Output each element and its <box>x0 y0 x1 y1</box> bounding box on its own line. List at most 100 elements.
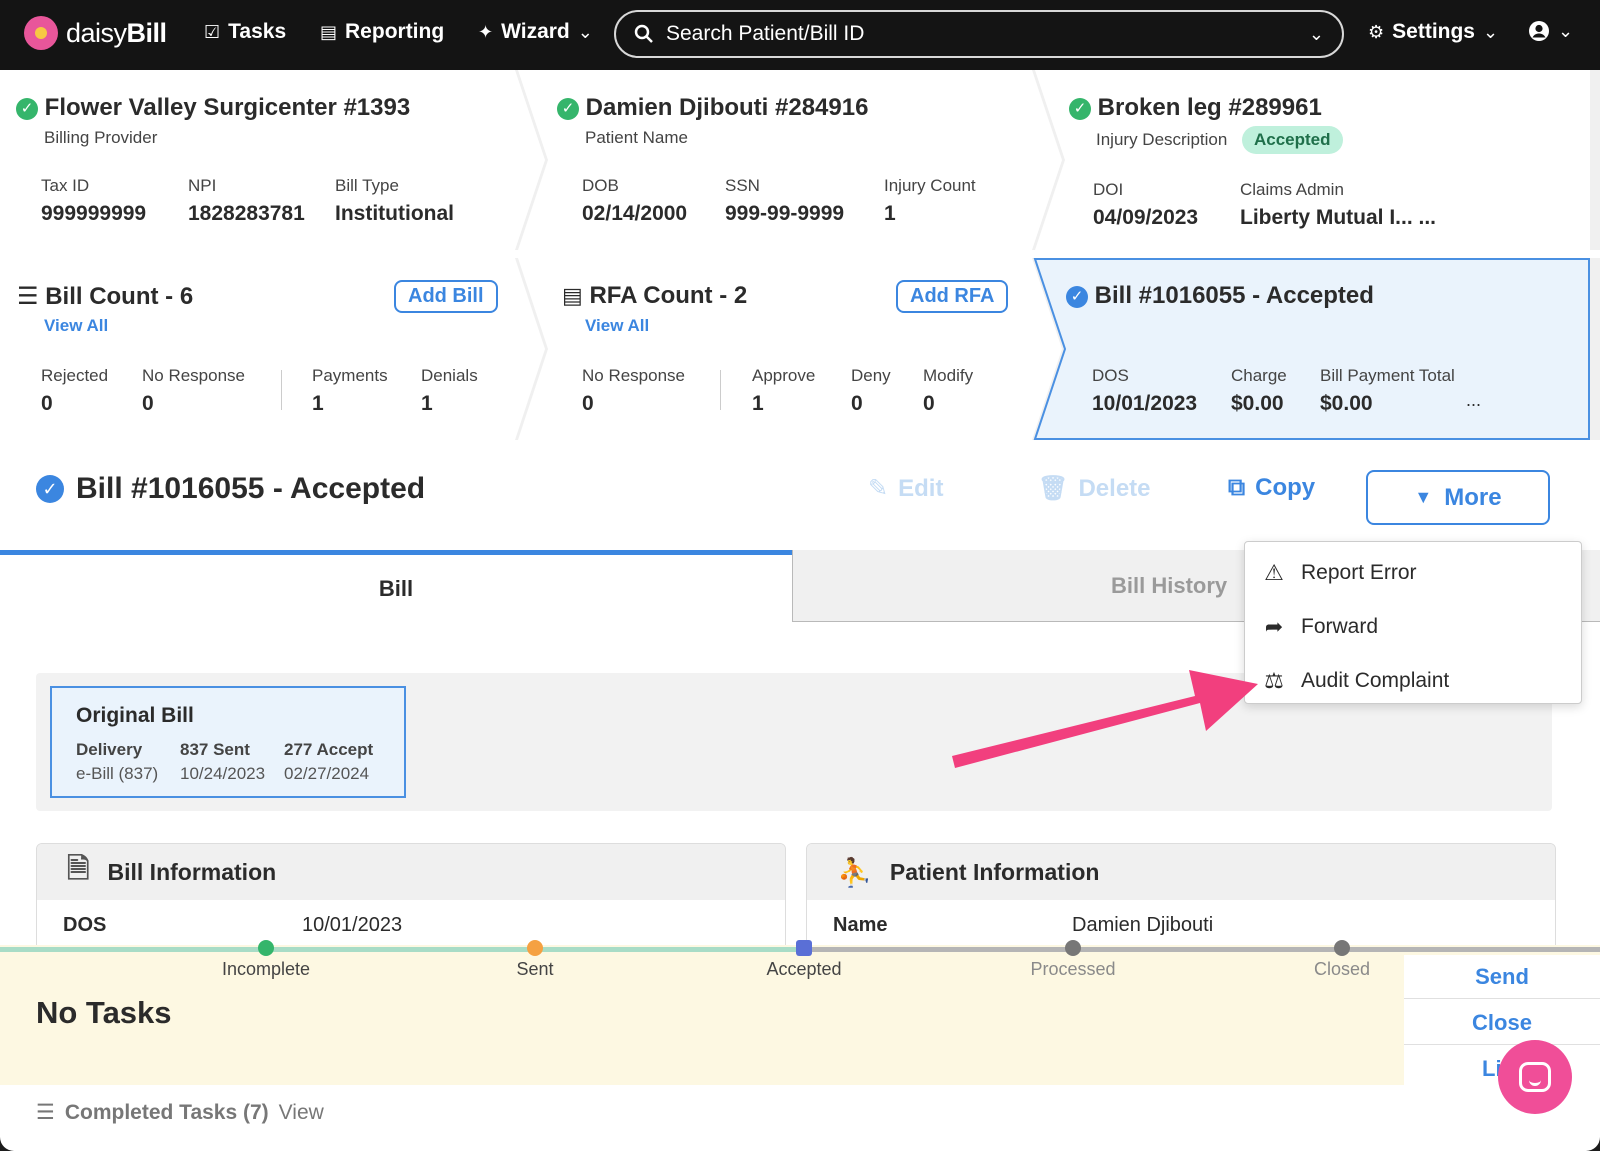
status-stage-label: Accepted <box>766 959 842 979</box>
status-complete-icon <box>258 940 274 956</box>
completed-tasks-label: Completed Tasks (7) <box>64 1100 269 1124</box>
check-circle-icon: ✓ <box>16 97 38 120</box>
edit-button[interactable]: ✎ Edit <box>868 474 943 503</box>
bill-card-title[interactable]: ✓ Bill #1016055 - Accepted <box>1066 282 1374 310</box>
nav-wizard-label: Wizard <box>501 20 570 43</box>
patient-subtitle: Patient Name <box>585 128 688 147</box>
bill-count-value: 0 <box>142 392 154 415</box>
tab-bill[interactable]: Bill <box>0 550 792 622</box>
section-header: ⛹ Patient Information <box>807 844 1555 900</box>
more-button[interactable]: ▼ More <box>1366 470 1550 525</box>
injury-subtitle: Injury Description <box>1096 130 1228 149</box>
injury-field-value: Liberty Mutual I... ... <box>1240 206 1437 229</box>
scale-icon: ⚖ <box>1264 668 1284 693</box>
status-stage-label: Sent <box>516 959 554 979</box>
original-bill-col-value: 10/24/2023 <box>180 764 266 783</box>
pencil-icon: ✎ <box>868 475 889 502</box>
completed-tasks[interactable]: ☰ Completed Tasks (7) View <box>36 1100 324 1125</box>
search-input[interactable] <box>666 22 1309 46</box>
provider-field-value: 1828283781 <box>188 202 305 225</box>
rfa-count-value: 1 <box>752 392 764 415</box>
add-bill-button[interactable]: Add Bill <box>394 280 498 313</box>
field-label: Name <box>833 914 888 936</box>
nav-reporting[interactable]: ▤ Reporting <box>320 20 444 44</box>
status-stage-label: Incomplete <box>221 959 311 979</box>
original-bill-col-head: 277 Accept <box>284 740 374 759</box>
patient-field-value: 1 <box>884 202 896 225</box>
patient-field-label: Injury Count <box>884 176 976 195</box>
status-stage-label: Processed <box>1030 959 1116 979</box>
clipboard-check-icon: ☑ <box>204 21 221 42</box>
copy-button[interactable]: ⧉ Copy <box>1228 474 1315 502</box>
completed-tasks-view-link[interactable]: View <box>279 1101 324 1125</box>
user-avatar-icon <box>1529 21 1549 41</box>
rfa-count-label: No Response <box>582 366 686 385</box>
bill-count-label: Denials <box>421 366 478 385</box>
menu-item-audit-complaint[interactable]: ⚖ Audit Complaint <box>1261 668 1449 694</box>
gear-icon: ⚙ <box>1368 21 1385 42</box>
status-track-pending <box>806 947 1600 952</box>
nav-tasks[interactable]: ☑ Tasks <box>204 20 286 44</box>
field-label: DOS <box>63 914 107 936</box>
patient-title[interactable]: ✓ Damien Djibouti #284916 <box>557 94 868 122</box>
nav-tasks-label: Tasks <box>228 20 287 43</box>
app-window: daisyBill ☑ Tasks ▤ Reporting ✦ Wizard ⌄… <box>0 0 1600 1151</box>
user-menu[interactable]: ⌄ <box>1528 20 1573 42</box>
bill-count-label: Payments <box>312 366 388 385</box>
nav-wizard[interactable]: ✦ Wizard ⌄ <box>478 20 593 44</box>
rfa-count-label: Approve <box>752 366 816 385</box>
patient-field-label: SSN <box>725 176 760 195</box>
bill-count-value: 1 <box>421 392 433 415</box>
nav-reporting-label: Reporting <box>345 20 445 43</box>
patient-field-label: DOB <box>582 176 619 195</box>
provider-title[interactable]: ✓ Flower Valley Surgicenter #1393 <box>16 94 410 122</box>
bill-count-value: 1 <box>312 392 324 415</box>
search-dropdown-chevron-icon[interactable]: ⌄ <box>1309 24 1324 45</box>
add-rfa-button[interactable]: Add RFA <box>896 280 1009 313</box>
top-nav: daisyBill ☑ Tasks ▤ Reporting ✦ Wizard ⌄… <box>0 0 1600 70</box>
menu-item-report-error[interactable]: ⚠ Report Error <box>1261 560 1416 586</box>
daisybill-logo[interactable]: daisyBill <box>24 16 167 50</box>
original-bill-card[interactable]: Original Bill Delivery e-Bill (837) 837 … <box>50 686 406 798</box>
logo-text: daisyBill <box>66 17 167 48</box>
bill-information-section: 🗎 Bill Information DOS 10/01/2023 <box>36 843 786 953</box>
check-circle-icon: ✓ <box>557 97 579 120</box>
patient-icon: ⛹ <box>837 856 872 888</box>
check-circle-icon: ✓ <box>1066 285 1088 308</box>
more-details-ellipsis[interactable]: ... <box>1466 390 1481 411</box>
patient-field-value: 999-99-9999 <box>725 202 845 225</box>
chat-launcher-button[interactable] <box>1498 1040 1572 1114</box>
status-badge: Accepted <box>1242 126 1343 154</box>
bill-card-label: DOS <box>1092 366 1129 385</box>
close-button[interactable]: Close <box>1404 1001 1600 1045</box>
injury-title[interactable]: ✓ Broken leg #289961 <box>1069 94 1322 122</box>
nav-settings[interactable]: ⚙ Settings ⌄ <box>1368 20 1498 44</box>
provider-field-value: 999999999 <box>41 202 147 225</box>
bill-count-label: Rejected <box>41 366 109 385</box>
bill-count-title: ☰ Bill Count - 6 <box>17 283 194 310</box>
chevron-down-icon: ⌄ <box>1558 20 1574 41</box>
delete-button[interactable]: 🗑 Delete <box>1038 474 1151 503</box>
no-tasks-label: No Tasks <box>36 995 172 1030</box>
status-accepted-icon <box>796 940 812 956</box>
rfa-count-label: Modify <box>923 366 974 385</box>
bill-card-label: Charge <box>1231 366 1287 385</box>
field-value: 10/01/2023 <box>302 914 403 936</box>
magic-wand-icon: ✦ <box>478 21 494 42</box>
summary-row-top: ✓ Flower Valley Surgicenter #1393 Billin… <box>0 70 1600 250</box>
page-title: ✓ Bill #1016055 - Accepted <box>36 472 425 506</box>
status-sent-icon <box>527 940 543 956</box>
more-dropdown-menu: ⚠ Report Error ➦ Forward ⚖ Audit Complai… <box>1244 541 1582 704</box>
rfa-count-value: 0 <box>851 392 863 415</box>
send-button[interactable]: Send <box>1404 955 1600 999</box>
search-bar[interactable]: ⌄ <box>614 10 1344 58</box>
provider-field-label: NPI <box>188 176 217 195</box>
rfa-view-all-link[interactable]: View All <box>585 316 649 336</box>
summary-row-bottom: ☰ Bill Count - 6 View All Add Bill Rejec… <box>0 258 1600 440</box>
list-icon: ☰ <box>17 283 39 310</box>
status-tracker: Incomplete Sent Accepted Processed Close… <box>0 940 1600 1085</box>
bill-view-all-link[interactable]: View All <box>44 316 108 336</box>
menu-item-forward[interactable]: ➦ Forward <box>1261 614 1378 640</box>
check-circle-icon: ✓ <box>36 475 64 503</box>
provider-subtitle: Billing Provider <box>44 128 158 147</box>
